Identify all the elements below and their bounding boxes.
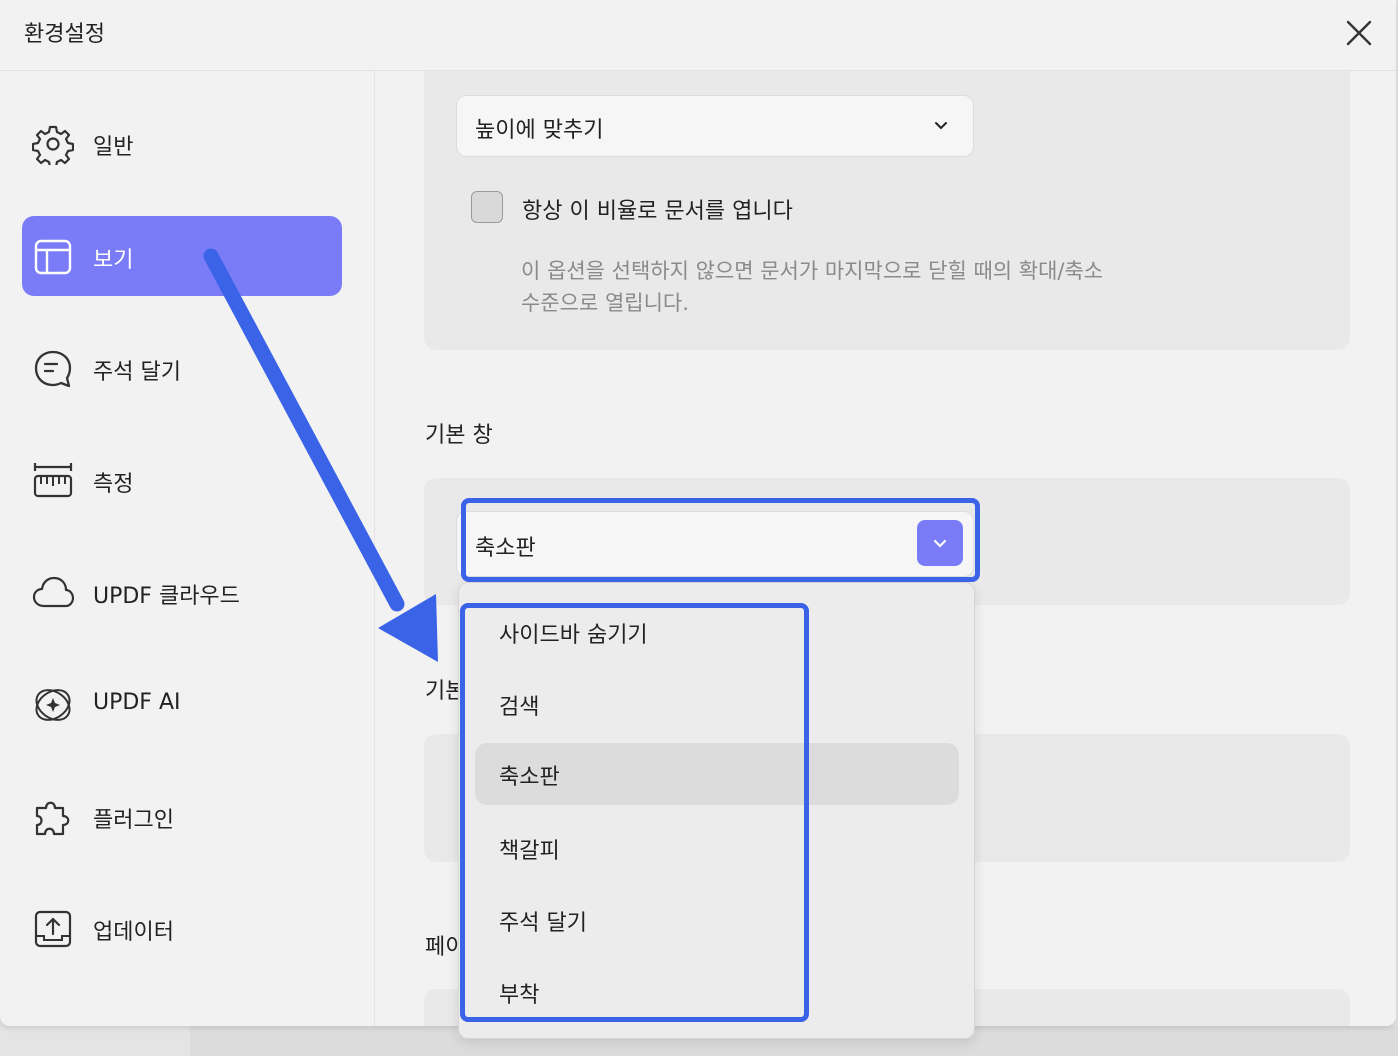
menu-item-label: 축소판 (499, 765, 560, 790)
default-pane-select[interactable]: 축소판 (456, 511, 974, 577)
puzzle-icon (35, 801, 70, 836)
window-title: 환경설정 (24, 22, 105, 47)
sidebar-item-label: 주석 달기 (93, 360, 181, 385)
close-button[interactable] (1340, 14, 1378, 52)
menu-item-bookmarks[interactable]: 책갈피 (475, 817, 959, 879)
sidebar-item-label: 플러그인 (93, 808, 174, 833)
sidebar-item-label: 측정 (93, 472, 134, 497)
sidebar-item-plugins[interactable]: 플러그인 (22, 776, 342, 856)
menu-item-label: 부착 (499, 983, 540, 1008)
upload-icon (34, 910, 72, 948)
menu-item-label: 책갈피 (499, 839, 560, 864)
menu-item-label: 사이드바 숨기기 (499, 623, 648, 648)
zoom-select-value: 높이에 맞추기 (475, 118, 604, 143)
menu-item-attachments[interactable]: 부착 (475, 961, 959, 1023)
sidebar-item-ai[interactable]: UPDF AI (22, 664, 342, 744)
menu-item-label: 주석 달기 (499, 911, 587, 936)
menu-item-hide-sidebar[interactable]: 사이드바 숨기기 (475, 601, 959, 663)
default-pane-select-value: 축소판 (475, 536, 536, 561)
sidebar: 일반 보기 주석 달기 측정 UPDF 클라우드 UPDF AI 플러그인 업데… (0, 71, 375, 1026)
always-open-checkbox[interactable] (471, 191, 503, 223)
comment-icon (34, 350, 72, 388)
sidebar-item-general[interactable]: 일반 (22, 103, 342, 183)
zoom-helper-text-2: 수준으로 열립니다. (521, 291, 689, 315)
chevron-down-icon (935, 122, 947, 130)
ruler-icon (33, 463, 73, 498)
ai-sparkle-icon (35, 689, 71, 721)
default-pane-title: 기본 창 (425, 423, 493, 448)
always-open-label: 항상 이 비율로 문서를 엽니다 (522, 199, 793, 224)
menu-item-thumbnails[interactable]: 축소판 (475, 743, 959, 805)
sidebar-item-label: 일반 (93, 135, 134, 160)
sidebar-item-measure[interactable]: 측정 (22, 440, 342, 520)
zoom-select[interactable]: 높이에 맞추기 (456, 95, 974, 157)
sidebar-item-cloud[interactable]: UPDF 클라우드 (22, 552, 342, 632)
title-bar: 환경설정 (0, 0, 1396, 71)
menu-item-search[interactable]: 검색 (475, 673, 959, 735)
sidebar-item-view[interactable]: 보기 (22, 216, 342, 296)
cloud-icon (32, 576, 74, 608)
sidebar-item-label: 업데이터 (93, 920, 174, 945)
sidebar-item-comment[interactable]: 주석 달기 (22, 328, 342, 408)
sidebar-item-label: UPDF 클라우드 (93, 584, 240, 609)
sidebar-item-label: 보기 (93, 248, 134, 273)
layout-icon (34, 239, 72, 275)
sidebar-item-updater[interactable]: 업데이터 (22, 888, 342, 968)
gear-icon (32, 125, 74, 165)
zoom-helper-text-1: 이 옵션을 선택하지 않으면 문서가 마지막으로 닫힐 때의 확대/축소 (521, 259, 1104, 283)
chevron-down-icon (933, 539, 947, 548)
close-icon (1346, 20, 1372, 46)
zoom-panel: 높이에 맞추기 항상 이 비율로 문서를 엽니다 이 옵션을 선택하지 않으면 … (424, 71, 1350, 350)
menu-item-comments[interactable]: 주석 달기 (475, 889, 959, 951)
default-pane-dropdown-menu: 사이드바 숨기기 검색 축소판 책갈피 주석 달기 부착 (458, 582, 975, 1039)
sidebar-item-label: UPDF AI (93, 690, 181, 715)
dropdown-toggle-button[interactable] (917, 520, 963, 566)
menu-item-label: 검색 (499, 695, 540, 720)
